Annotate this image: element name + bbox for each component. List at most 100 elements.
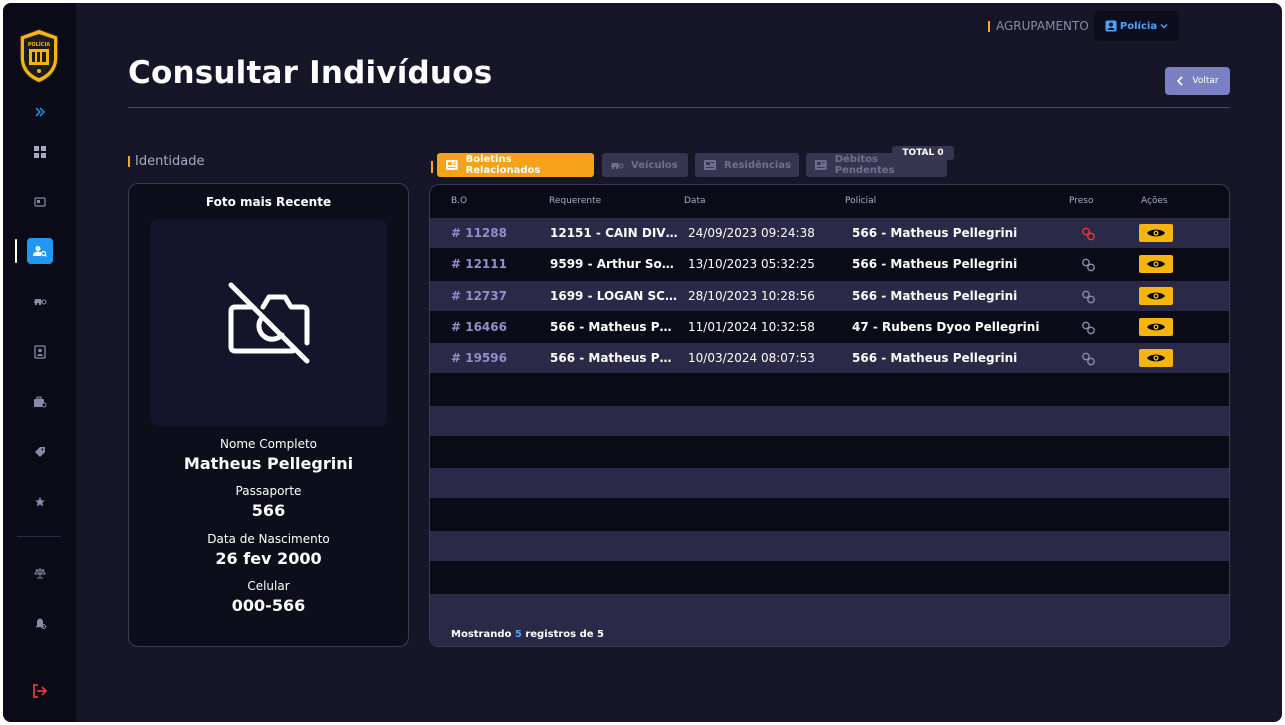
policial-cell: 566 - Matheus Pellegrini — [852, 257, 1018, 272]
empty-row — [430, 561, 1229, 593]
bo-number[interactable]: # 16466 — [451, 320, 507, 334]
policial-cell: 566 - Matheus Pellegrini — [852, 226, 1018, 240]
table-row: # 12737 1699 - LOGAN SCOT 28/10/2023 10:28… — [430, 279, 1229, 311]
sidebar-item-alerts[interactable] — [27, 610, 53, 636]
data-cell: 11/01/2024 10:32:58 — [688, 319, 815, 334]
tab-label: Boletins Relacionados — [465, 154, 541, 176]
car-search-icon — [34, 299, 47, 306]
eye-icon — [1147, 229, 1165, 237]
agrupamento-label: AGRUPAMENTO — [988, 19, 1089, 33]
sidebar-item-vehicles[interactable] — [27, 288, 53, 314]
pagination-suffix: registros de 5 — [525, 629, 604, 640]
photo-title: Foto mais Recente — [205, 195, 332, 209]
handcuffs-icon — [1081, 289, 1097, 303]
sidebar-expand-button[interactable] — [27, 99, 53, 125]
sidebar-divider — [17, 536, 61, 537]
bo-number[interactable]: # 19596 — [451, 351, 507, 365]
tag-icon — [35, 447, 45, 457]
accent-bar — [431, 161, 433, 173]
birthdate-label: Data de Nascimento — [207, 532, 330, 546]
table-row: # 11288 12151 - CAIN DIVENT 24/09/2023 09:… — [430, 217, 1229, 248]
back-button[interactable]: Voltar — [1165, 67, 1230, 95]
table-row: # 19596 566 - Matheus Pellegrini 10/03/202… — [430, 342, 1229, 374]
bo-number[interactable]: # 12111 — [451, 257, 507, 271]
bo-number[interactable]: # 11288 — [451, 226, 507, 240]
agrupamento-select[interactable]: Polícia — [1094, 11, 1179, 41]
requerente-cell: 566 - Matheus Pellegrini — [550, 319, 678, 334]
view-button[interactable] — [1139, 224, 1173, 242]
empty-row — [430, 467, 1229, 499]
empty-row — [430, 404, 1229, 436]
news-icon — [34, 197, 46, 207]
handcuffs-icon — [1081, 320, 1097, 335]
pagination-count: 5 — [514, 629, 522, 640]
pagination-info: Mostrando 5 registros de 5 — [451, 629, 604, 640]
view-button[interactable] — [1139, 255, 1173, 274]
empty-row — [430, 592, 1229, 624]
user-search-icon — [33, 246, 47, 257]
tab-label: Veículos — [631, 159, 678, 171]
empty-row — [430, 530, 1229, 561]
pagination-prefix: Mostrando — [451, 629, 512, 640]
requerente-cell: 9599 - Arthur Sonin — [550, 257, 678, 272]
full-name-label: Nome Completo — [220, 437, 317, 451]
empty-row — [430, 373, 1229, 405]
handcuffs-icon — [1081, 226, 1097, 241]
alert-icon — [36, 618, 46, 629]
column-header-policial: Policial — [845, 196, 877, 206]
no-camera-icon — [228, 282, 309, 363]
table-footer: Mostrando 5 registros de 5 — [430, 621, 1229, 646]
title-divider — [128, 107, 1230, 108]
expand-icon — [35, 107, 46, 117]
police-badge-logo: POLÍCIA — [17, 28, 61, 84]
sidebar-item-justice[interactable] — [27, 560, 53, 586]
column-header-requerente: Requerente — [549, 196, 602, 206]
eye-icon — [1147, 354, 1165, 362]
dashboard-icon — [34, 146, 46, 158]
view-button[interactable] — [1139, 317, 1173, 336]
passport-label: Passaporte — [235, 484, 302, 498]
total-badge: TOTAL 0 — [892, 146, 954, 160]
column-header-data: Data — [684, 196, 706, 206]
bo-number[interactable]: # 12737 — [451, 289, 507, 303]
scale-icon — [34, 568, 46, 579]
tab-residencias[interactable]: Residências — [695, 153, 799, 177]
newspaper-icon — [704, 160, 716, 170]
accent-bar — [988, 20, 990, 32]
sidebar-item-news[interactable] — [27, 189, 53, 215]
photo-placeholder — [150, 219, 387, 426]
car-search-icon — [611, 163, 624, 170]
data-cell: 10/03/2024 08:07:53 — [688, 351, 815, 366]
requerente-cell: 566 - Matheus Pellegrini — [550, 351, 678, 366]
sidebar-item-cases[interactable] — [27, 389, 53, 415]
sidebar-item-contacts[interactable] — [27, 339, 53, 365]
identity-section-label: Identidade — [128, 154, 205, 169]
tab-boletins[interactable]: Boletins Relacionados — [437, 153, 594, 177]
policial-cell: 47 - Rubens Dyoo Pellegrini — [852, 319, 1040, 334]
sidebar-item-dashboard[interactable] — [27, 139, 53, 165]
policial-cell: 566 - Matheus Pellegrini — [852, 351, 1018, 366]
id-card-icon — [1105, 20, 1117, 32]
sidebar-item-individuos[interactable] — [27, 238, 53, 264]
tab-veiculos[interactable]: Veículos — [602, 153, 688, 177]
phone-value: 000-566 — [231, 596, 306, 615]
full-name-value: Matheus Pellegrini — [183, 454, 354, 473]
briefcase-icon — [34, 396, 47, 408]
table-row: # 12111 9599 - Arthur Sonin 13/10/2023 05:… — [430, 248, 1229, 280]
view-button[interactable] — [1139, 286, 1173, 305]
chevron-left-icon — [1177, 76, 1183, 86]
sidebar-logout-button[interactable] — [27, 678, 53, 704]
boletins-table: B.O Requerente Data Policial Preso Ações… — [429, 184, 1230, 647]
passport-value: 566 — [251, 501, 286, 520]
requerente-cell: 12151 - CAIN DIVENT — [550, 226, 678, 240]
sidebar-item-tags[interactable] — [27, 439, 53, 465]
sidebar-item-favorites[interactable] — [27, 489, 53, 515]
page-title: Consultar Indivíduos — [128, 55, 493, 91]
view-button[interactable] — [1139, 349, 1173, 368]
table-row: # 16466 566 - Matheus Pellegrini 11/01/202… — [430, 310, 1229, 342]
column-header-preso: Preso — [1069, 196, 1094, 206]
data-cell: 28/10/2023 10:28:56 — [688, 288, 815, 303]
empty-row — [430, 498, 1229, 530]
accent-bar — [128, 156, 130, 167]
eye-icon — [1147, 260, 1165, 268]
